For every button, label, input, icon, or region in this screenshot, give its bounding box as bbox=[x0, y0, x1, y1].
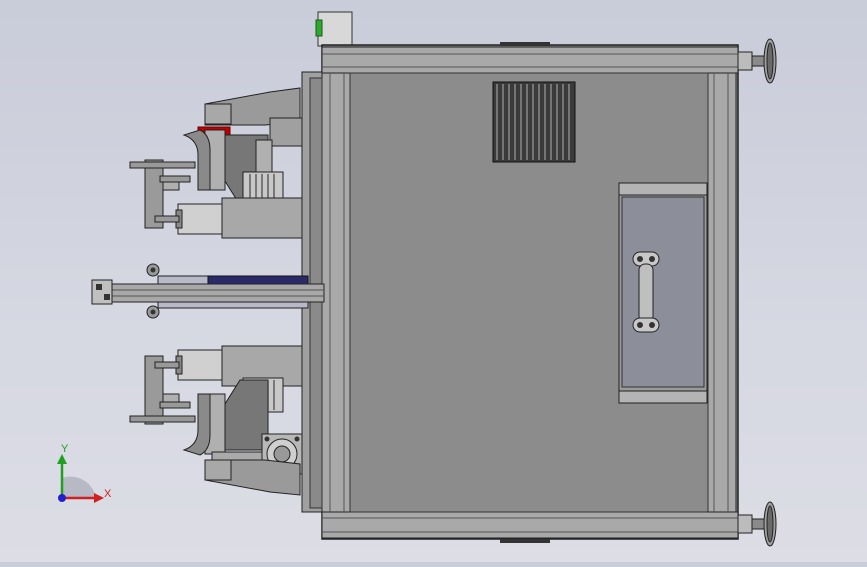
leveling-foot-top bbox=[737, 38, 777, 84]
cabinet bbox=[315, 11, 739, 543]
access-door[interactable] bbox=[618, 182, 708, 404]
triad-plane-icon bbox=[62, 476, 96, 498]
assembly-drawing: Y X bbox=[57, 11, 777, 547]
coordinate-triad[interactable]: Y X bbox=[57, 443, 112, 503]
cad-viewport[interactable]: Y X bbox=[0, 0, 867, 562]
y-axis-label: Y bbox=[61, 443, 69, 455]
vent-grille bbox=[492, 81, 576, 163]
x-axis-label: X bbox=[104, 488, 112, 500]
green-indicator-light bbox=[315, 19, 323, 37]
lower-actuator-assembly bbox=[129, 345, 303, 496]
upper-actuator-assembly bbox=[129, 87, 303, 239]
leveling-foot-bottom bbox=[737, 501, 777, 547]
z-axis-dot bbox=[58, 494, 66, 502]
linear-rail bbox=[91, 263, 325, 319]
top-indicator-block bbox=[317, 11, 353, 47]
